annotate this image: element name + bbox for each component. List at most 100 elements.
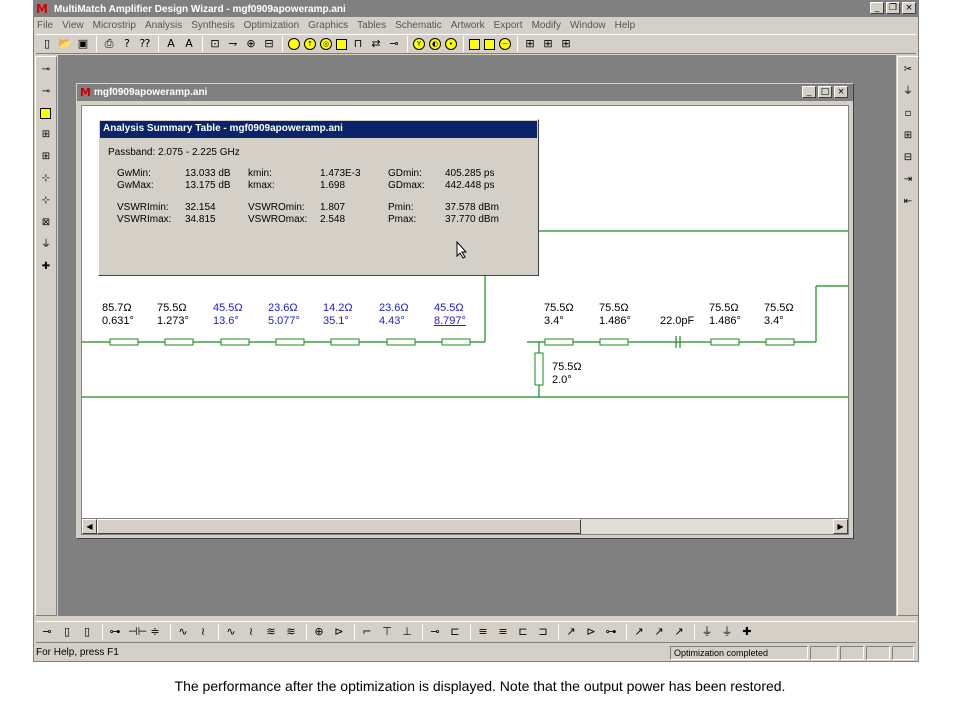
arrow-icon[interactable]: ↗ bbox=[564, 625, 578, 639]
square-icon[interactable] bbox=[484, 38, 495, 50]
via-icon[interactable]: ⊸ bbox=[428, 625, 442, 639]
open-folder-icon[interactable]: 📂 bbox=[58, 37, 72, 51]
element-label[interactable]: 75.5Ω 1.486° bbox=[599, 302, 631, 328]
shunt-line-element[interactable] bbox=[534, 352, 544, 386]
probe-icon[interactable]: ↗ bbox=[632, 625, 646, 639]
element-label[interactable]: 45.5Ω 8.797° bbox=[434, 302, 466, 328]
ground-icon[interactable]: ⏚ bbox=[720, 625, 734, 639]
ground-icon[interactable]: ⏚ bbox=[37, 236, 55, 254]
series-rlc-icon[interactable]: ∿ bbox=[224, 625, 238, 639]
schematic-titlebar[interactable]: M mgf0909apoweramp.ani _ □ × bbox=[77, 84, 853, 101]
property-tool-icon[interactable]: ⊟ bbox=[262, 37, 276, 51]
tee-icon[interactable]: ⊤ bbox=[380, 625, 394, 639]
port-icon[interactable]: ⊸ bbox=[40, 625, 54, 639]
menu-export[interactable]: Export bbox=[494, 20, 523, 31]
stability-chart-icon[interactable]: • bbox=[445, 38, 457, 50]
tline-element[interactable] bbox=[386, 338, 416, 346]
open-end-icon[interactable]: ⊐ bbox=[536, 625, 550, 639]
element-label[interactable]: 23.6Ω 4.43° bbox=[379, 302, 409, 328]
element-label[interactable]: 45.5Ω 13.6° bbox=[213, 302, 243, 328]
inductor-icon[interactable]: ∿ bbox=[176, 625, 190, 639]
scroll-left-icon[interactable]: ◀ bbox=[82, 519, 97, 534]
pulse-icon[interactable] bbox=[469, 38, 480, 50]
element-label[interactable]: 14.2Ω 35.1° bbox=[323, 302, 353, 328]
menu-graphics[interactable]: Graphics bbox=[308, 20, 348, 31]
app-titlebar[interactable]: M MultiMatch Amplifier Design Wizard - m… bbox=[34, 1, 918, 17]
print-icon[interactable]: ⎙ bbox=[102, 37, 116, 51]
cross-junction-icon[interactable]: ⊥ bbox=[400, 625, 414, 639]
close-button[interactable]: × bbox=[902, 2, 916, 14]
port-alt-icon[interactable]: ⊸ bbox=[37, 83, 55, 101]
menu-modify[interactable]: Modify bbox=[532, 20, 561, 31]
block-icon[interactable] bbox=[40, 108, 51, 119]
tline-element[interactable] bbox=[220, 338, 250, 346]
step-icon[interactable]: ⊏ bbox=[516, 625, 530, 639]
cil-icon[interactable]: ⊞ bbox=[37, 148, 55, 166]
close-button[interactable]: × bbox=[834, 86, 848, 98]
analysis-block-icon[interactable]: ⊓ bbox=[351, 37, 365, 51]
amplifier-icon[interactable]: ⊞ bbox=[523, 37, 537, 51]
element-label[interactable]: 75.5Ω 3.4° bbox=[544, 302, 574, 328]
maximize-button[interactable]: □ bbox=[818, 86, 832, 98]
gap-icon[interactable]: ⊏ bbox=[448, 625, 462, 639]
element-label[interactable]: 23.6Ω 5.077° bbox=[268, 302, 300, 328]
probe-alt-icon[interactable]: ↗ bbox=[652, 625, 666, 639]
port-icon[interactable]: ⊸ bbox=[37, 61, 55, 79]
bend-icon[interactable]: ⌐ bbox=[360, 625, 374, 639]
element-label[interactable]: 75.5Ω 1.273° bbox=[157, 302, 189, 328]
coupled-line-alt-icon[interactable]: ≡ bbox=[496, 625, 510, 639]
scroll-thumb[interactable] bbox=[97, 519, 581, 534]
cross-icon[interactable]: ✚ bbox=[740, 625, 754, 639]
diode-icon[interactable]: ⊳ bbox=[332, 625, 346, 639]
tline-element[interactable] bbox=[765, 338, 795, 346]
new-file-icon[interactable]: ▯ bbox=[40, 37, 54, 51]
coupled-icon[interactable]: ≋ bbox=[264, 625, 278, 639]
shunt-rlc-icon[interactable]: ≀ bbox=[244, 625, 258, 639]
lange-icon[interactable]: ⊶ bbox=[604, 625, 618, 639]
amplifier-alt-icon[interactable]: ⊞ bbox=[541, 37, 555, 51]
polar-chart-icon[interactable]: ◐ bbox=[429, 38, 441, 50]
cross-icon[interactable]: ✚ bbox=[37, 258, 55, 276]
element-label[interactable]: 75.5Ω 3.4° bbox=[764, 302, 794, 328]
port-out-icon[interactable]: ⇥ bbox=[899, 171, 917, 189]
resistor-icon[interactable]: ▯ bbox=[60, 625, 74, 639]
probe-tilt-icon[interactable]: ↗ bbox=[672, 625, 686, 639]
radial-stub-icon[interactable]: ⊳ bbox=[584, 625, 598, 639]
text-tool-icon[interactable]: A bbox=[164, 37, 178, 51]
menu-artwork[interactable]: Artwork bbox=[451, 20, 485, 31]
ind-icon[interactable]: ⊹ bbox=[37, 170, 55, 188]
minus-circle-icon[interactable]: − bbox=[499, 38, 511, 50]
scroll-right-icon[interactable]: ▶ bbox=[833, 519, 848, 534]
cursor-tool-icon[interactable]: ⇁ bbox=[226, 37, 240, 51]
minimize-button[interactable]: _ bbox=[802, 86, 816, 98]
tline-element[interactable] bbox=[164, 338, 194, 346]
component-tool-icon[interactable]: ⊕ bbox=[244, 37, 258, 51]
menu-synthesis[interactable]: Synthesis bbox=[191, 20, 234, 31]
ground-pad-icon[interactable]: ⏚ bbox=[700, 625, 714, 639]
menu-schematic[interactable]: Schematic bbox=[395, 20, 442, 31]
shunt-inductor-icon[interactable]: ≀ bbox=[196, 625, 210, 639]
menu-microstrip[interactable]: Microstrip bbox=[93, 20, 136, 31]
restore-button[interactable]: ❐ bbox=[886, 2, 900, 14]
text-tool-alt-icon[interactable]: A bbox=[182, 37, 196, 51]
open-stub-icon[interactable]: ▯ bbox=[80, 625, 94, 639]
grid-icon[interactable]: ⊠ bbox=[37, 214, 55, 232]
menu-optimization[interactable]: Optimization bbox=[244, 20, 300, 31]
help-icon[interactable]: ? bbox=[120, 37, 134, 51]
transformer-icon[interactable]: ≋ bbox=[284, 625, 298, 639]
smith-chart-icon[interactable]: Y bbox=[413, 38, 425, 50]
plus-box-icon[interactable]: ⊞ bbox=[899, 127, 917, 145]
minus-box-icon[interactable]: ⊟ bbox=[899, 149, 917, 167]
menu-help[interactable]: Help bbox=[615, 20, 636, 31]
series-line-icon[interactable]: ⊶ bbox=[108, 625, 122, 639]
tline-element[interactable] bbox=[109, 338, 139, 346]
shunt-element-label[interactable]: 75.5Ω 2.0° bbox=[552, 361, 582, 387]
tline-element[interactable] bbox=[710, 338, 740, 346]
cut-icon[interactable]: ✂ bbox=[899, 61, 917, 79]
tline-element[interactable] bbox=[441, 338, 471, 346]
dialog-title[interactable]: Analysis Summary Table - mgf0909apoweram… bbox=[100, 121, 537, 138]
tline-element[interactable] bbox=[599, 338, 629, 346]
port-in-icon[interactable]: ⇤ bbox=[899, 193, 917, 211]
tline-element[interactable] bbox=[330, 338, 360, 346]
horizontal-scrollbar[interactable]: ◀ ▶ bbox=[81, 518, 849, 535]
